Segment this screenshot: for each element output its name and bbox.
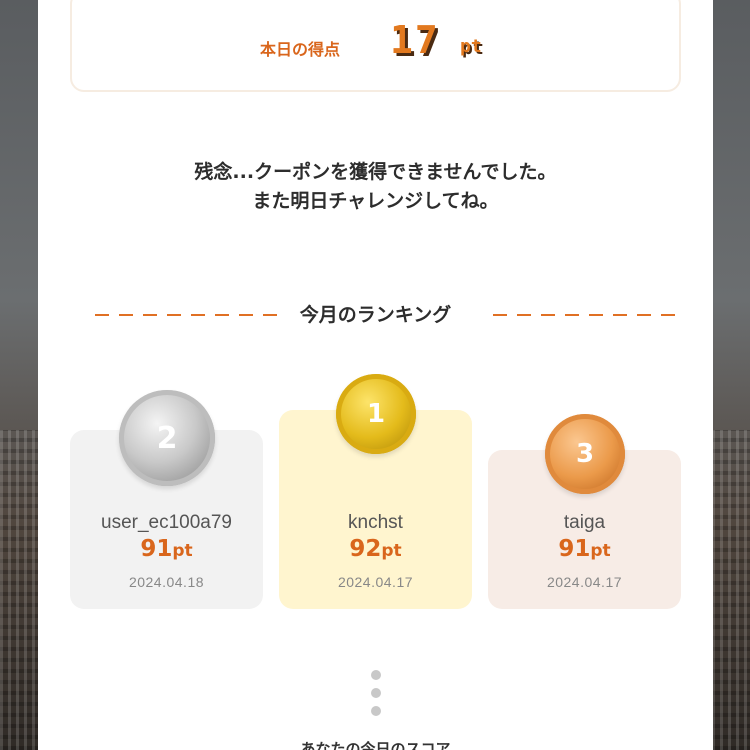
result-message-line2: また明日チャレンジしてね。 (252, 190, 499, 212)
ranking-user-score: 91pt (488, 536, 681, 562)
result-message-line1: 残念...クーポンを獲得できませんでした。 (194, 161, 557, 183)
ranking-score-unit: pt (381, 541, 402, 561)
ranking-user-name: user_ec100a79 (101, 512, 232, 533)
ranking-score-date: 2024.04.18 (128, 574, 205, 590)
today-score-label: 本日の得点 (260, 40, 341, 59)
gold-medal-icon: 1 (336, 374, 416, 454)
ranking-score-date: 2024.04.17 (546, 574, 623, 590)
result-message: 残念...クーポンを獲得できませんでした。 また明日チャレンジしてね。 (38, 158, 713, 216)
ranking-score-unit: pt (172, 541, 193, 561)
silver-medal-icon: 2 (119, 390, 215, 486)
bronze-medal-icon: 3 (545, 414, 625, 494)
ranking-user-score: 92pt (279, 536, 472, 562)
background-left (0, 0, 38, 750)
ranking-user-name: knchst (348, 512, 403, 533)
ranking-score-number: 91 (558, 536, 591, 562)
divider-right (493, 314, 675, 316)
ranking-score-date: 2024.04.17 (337, 574, 414, 590)
today-score-card: 本日の得点 17 pt (70, 0, 681, 92)
ranking-score-number: 91 (140, 536, 173, 562)
ranking-user-name: taiga (563, 512, 606, 533)
ranking-score-number: 92 (349, 536, 382, 562)
background-right (712, 0, 750, 750)
ranking-score-unit: pt (590, 541, 611, 561)
result-panel: 本日の得点 17 pt 残念...クーポンを獲得できませんでした。 また明日チャ… (38, 0, 713, 750)
ranking-user-score: 91pt (70, 536, 263, 562)
your-score-label: あなたの今日のスコア (300, 740, 451, 750)
more-dots-icon (371, 670, 381, 724)
today-score-unit: pt (460, 36, 482, 57)
today-score-value: 17 (390, 18, 440, 62)
ranking-header: 今月のランキング (38, 300, 713, 330)
